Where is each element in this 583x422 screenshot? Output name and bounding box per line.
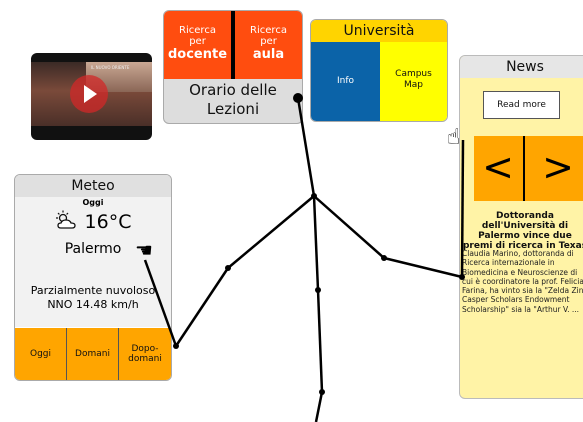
campus-line1: Campus: [395, 69, 432, 79]
video-caption: IL NUOVO ORIENTE: [91, 65, 130, 70]
news-title: News: [460, 56, 583, 78]
play-icon[interactable]: [70, 75, 108, 113]
campus-map-button[interactable]: Campus Map: [380, 42, 447, 121]
ricerca-docente-button[interactable]: Ricerca per docente: [164, 11, 231, 79]
news-widget: News Read more < > Dottoranda dell'Unive…: [459, 55, 583, 399]
orario-line2: Lezioni: [206, 100, 260, 118]
ricerca-aula-button[interactable]: Ricerca per aula: [235, 11, 302, 79]
meteo-desc-line2: NNO 14.48 km/h: [47, 298, 139, 311]
news-next-button[interactable]: >: [526, 136, 583, 201]
domani-button[interactable]: Domani: [67, 328, 118, 380]
meteo-description: Parzialmente nuvoloso NNO 14.48 km/h: [15, 284, 171, 312]
meteo-temperature: 16°C: [84, 211, 132, 233]
meteo-day-buttons: Oggi Domani Dopo- domani: [15, 328, 171, 380]
skeleton-joints: [173, 93, 465, 395]
meteo-desc-line1: Parzialmente nuvoloso: [30, 284, 156, 297]
hand-cursor-icon: ☚: [135, 238, 153, 262]
news-headline[interactable]: Dottoranda dell'Università di Palermo vi…: [462, 211, 583, 251]
meteo-title: Meteo: [15, 175, 171, 197]
universita-widget: Università Info Campus Map: [310, 19, 448, 122]
read-more-button[interactable]: Read more: [483, 91, 560, 119]
meteo-panel: Oggi 16°C Palermo Parzialmente nuvoloso …: [15, 197, 171, 327]
oggi-button[interactable]: Oggi: [15, 328, 66, 380]
news-body: Claudia Marino, dottoranda di Ricerca in…: [462, 249, 583, 314]
orario-lezioni-button[interactable]: Orario delle Lezioni: [164, 81, 302, 119]
ricerca-aula-line2: per: [260, 36, 277, 47]
ricerca-aula-line1: Ricerca: [250, 25, 287, 36]
dopo-line2: domani: [128, 354, 162, 364]
news-navigation: < >: [474, 136, 583, 201]
video-thumbnail[interactable]: IL NUOVO ORIENTE: [31, 53, 152, 140]
skeleton-lines: [143, 97, 465, 422]
meteo-day: Oggi: [82, 198, 104, 207]
news-prev-button[interactable]: <: [474, 136, 522, 201]
dopo-label: Dopo- domani: [128, 344, 162, 364]
meteo-temperature-row: 16°C: [15, 210, 171, 234]
news-nav-divider: [523, 136, 525, 201]
ricerca-docente-bold: docente: [167, 47, 228, 62]
universita-title: Università: [311, 20, 447, 42]
partly-cloudy-icon: [55, 210, 76, 229]
ricerca-docente-line2: per: [189, 36, 206, 47]
hand-cursor-icon: ☝: [447, 125, 461, 150]
ricerca-widget: Ricerca per docente Ricerca per aula Ora…: [163, 10, 303, 124]
dopo-line1: Dopo-: [131, 344, 159, 354]
info-button[interactable]: Info: [311, 42, 380, 121]
ricerca-aula-bold: aula: [252, 47, 285, 62]
ricerca-docente-line1: Ricerca: [179, 25, 216, 36]
meteo-widget: Meteo Oggi 16°C Palermo Parzialmente nuv…: [14, 174, 172, 381]
campus-line2: Map: [404, 80, 423, 90]
dopodomani-button[interactable]: Dopo- domani: [119, 328, 171, 380]
orario-line1: Orario delle: [189, 81, 277, 99]
